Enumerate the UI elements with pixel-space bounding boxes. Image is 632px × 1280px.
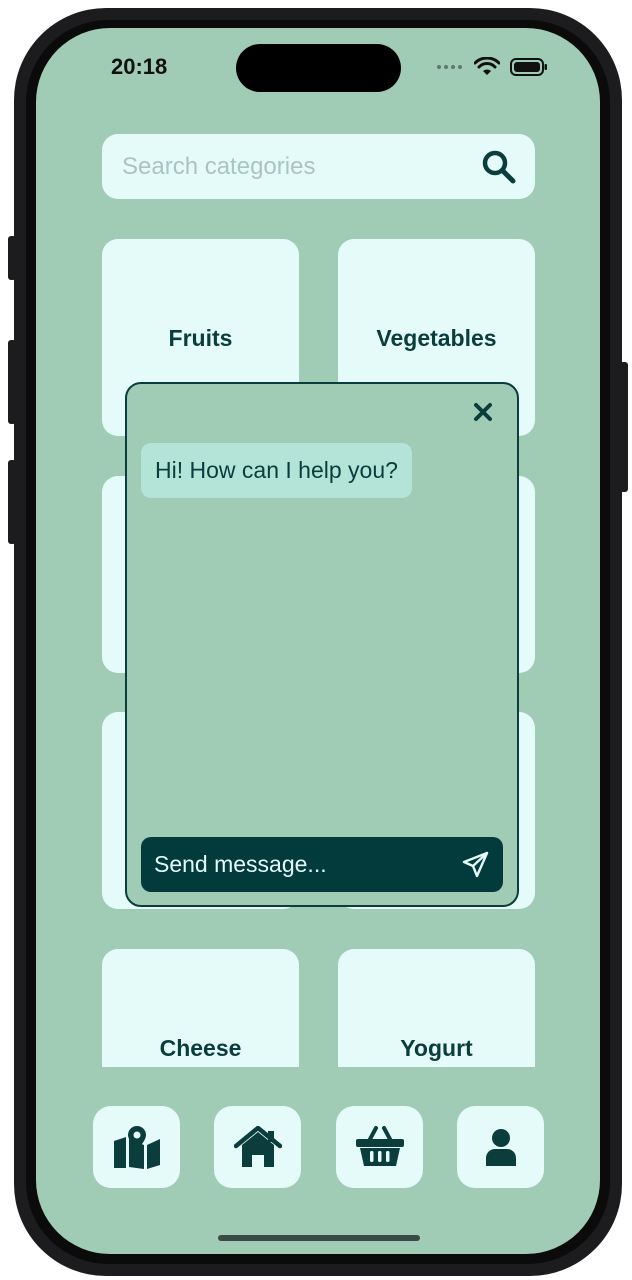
nav-home-button[interactable] [214, 1106, 301, 1188]
nav-basket-button[interactable] [336, 1106, 423, 1188]
app-screen: 20:18 Fruits Vegetables [36, 28, 600, 1254]
volume-down-button [8, 460, 16, 544]
home-icon [233, 1126, 282, 1167]
bot-message-bubble: Hi! How can I help you? [141, 443, 412, 498]
volume-up-button [8, 340, 16, 424]
message-bar [141, 837, 503, 892]
category-tile-cheese[interactable]: Cheese [102, 949, 299, 1067]
map-icon [113, 1126, 160, 1169]
power-button [620, 362, 628, 492]
nav-map-button[interactable] [93, 1106, 180, 1188]
message-input[interactable] [154, 837, 454, 892]
send-icon[interactable] [461, 850, 490, 879]
chat-popup: Hi! How can I help you? [125, 382, 519, 907]
category-label: Vegetables [376, 325, 497, 351]
category-label: Cheese [159, 1035, 242, 1061]
category-label: Yogurt [400, 1035, 473, 1061]
category-label: Fruits [168, 325, 233, 351]
basket-icon [355, 1126, 404, 1166]
user-icon [485, 1129, 516, 1166]
nav-profile-button[interactable] [457, 1106, 544, 1188]
silent-switch [8, 236, 16, 280]
home-indicator[interactable] [218, 1235, 420, 1241]
close-icon[interactable] [473, 402, 493, 422]
category-tile-yogurt[interactable]: Yogurt [338, 949, 535, 1067]
